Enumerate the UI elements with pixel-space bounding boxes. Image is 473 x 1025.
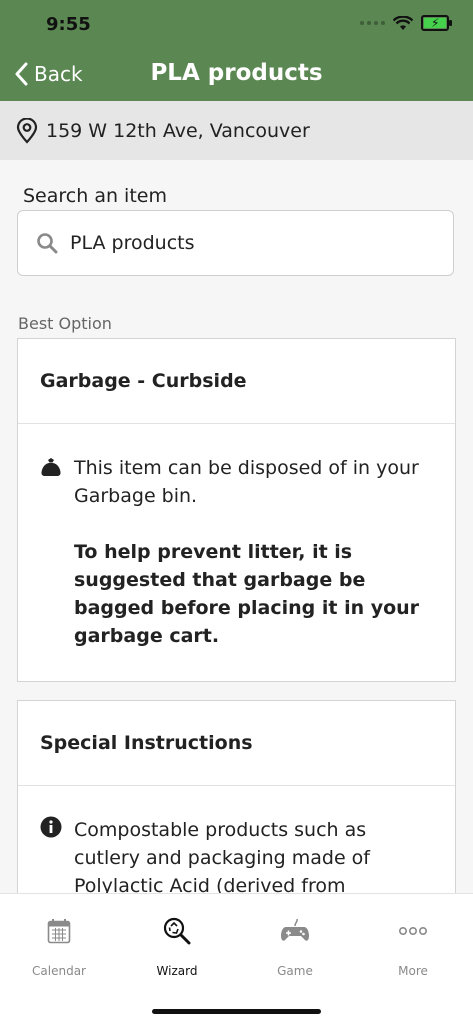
- special-instructions-body: Compostable products such as cutlery and…: [18, 786, 455, 900]
- battery-icon: ⚡: [421, 15, 452, 31]
- special-instructions-title: Special Instructions: [40, 732, 253, 754]
- info-icon: [40, 816, 62, 838]
- special-instructions-text: Compostable products such as cutlery and…: [74, 819, 370, 897]
- best-option-label: Best Option: [18, 314, 112, 333]
- tab-more[interactable]: More: [354, 914, 472, 978]
- best-option-header: Garbage - Curbside: [18, 339, 455, 424]
- game-controller-icon: [281, 918, 309, 941]
- location-bar[interactable]: 159 W 12th Ave, Vancouver: [0, 101, 473, 160]
- best-option-text: This item can be disposed of in your Gar…: [74, 457, 419, 507]
- search-label: Search an item: [23, 185, 167, 207]
- best-option-body: This item can be disposed of in your Gar…: [18, 424, 455, 650]
- best-option-note: To help prevent litter, it is suggested …: [74, 541, 420, 647]
- more-icon: [399, 926, 427, 936]
- special-instructions-card: Special Instructions Compostable product…: [17, 700, 456, 900]
- nav-header: 9:55 ⚡ Back PLA products: [0, 0, 473, 101]
- best-option-title: Garbage - Curbside: [40, 370, 247, 392]
- wizard-icon: [163, 917, 191, 945]
- tab-label: Calendar: [32, 964, 86, 978]
- status-time: 9:55: [46, 14, 91, 35]
- cellular-signal-icon: [360, 21, 385, 25]
- location-address: 159 W 12th Ave, Vancouver: [46, 119, 310, 142]
- search-field[interactable]: [17, 210, 454, 276]
- page-title: PLA products: [150, 60, 323, 86]
- wifi-icon: [393, 15, 413, 30]
- search-icon: [37, 233, 58, 254]
- tab-wizard[interactable]: Wizard: [118, 914, 236, 978]
- garbage-bag-icon: [41, 458, 61, 476]
- location-pin-icon: [16, 117, 38, 144]
- tab-label: Game: [277, 964, 313, 978]
- tab-label: More: [398, 964, 428, 978]
- tab-game[interactable]: Game: [236, 914, 354, 978]
- home-indicator: [152, 1009, 321, 1014]
- tab-calendar[interactable]: Calendar: [0, 914, 118, 978]
- tab-label: Wizard: [156, 964, 198, 978]
- status-icons: ⚡: [360, 15, 452, 31]
- best-option-card: Garbage - Curbside This item can be disp…: [17, 338, 456, 682]
- tab-bar: Calendar Wizard Game More: [0, 893, 473, 1025]
- search-input[interactable]: [68, 231, 412, 255]
- special-instructions-header: Special Instructions: [18, 701, 455, 786]
- calendar-icon: [47, 919, 71, 944]
